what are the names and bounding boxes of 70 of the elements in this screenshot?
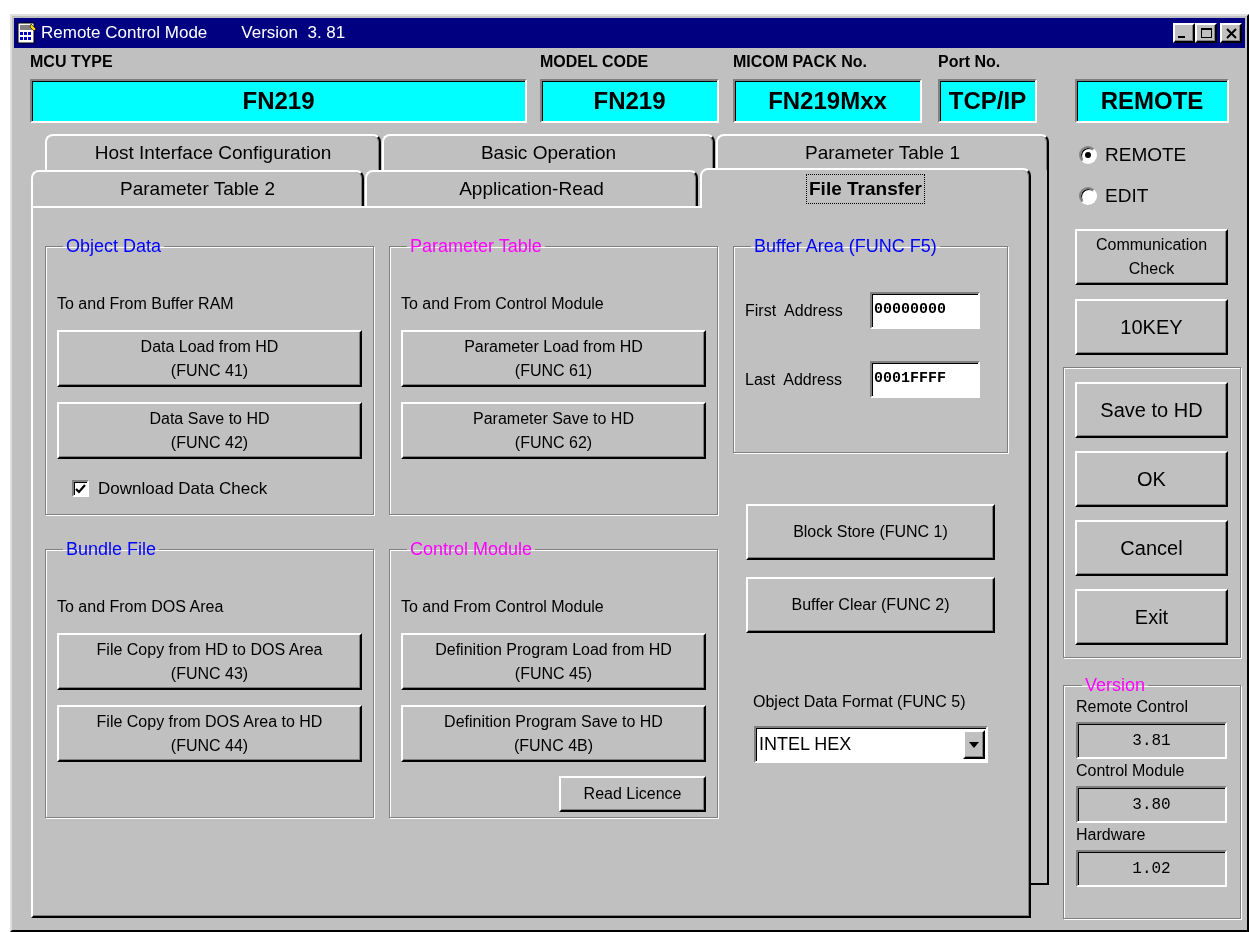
field-label: MICOM PACK No.: [733, 52, 868, 72]
tab[interactable]: Parameter Table 1: [716, 134, 1049, 170]
button[interactable]: OK: [1075, 451, 1228, 507]
button[interactable]: Parameter Save to HD (FUNC 62): [401, 402, 706, 459]
dropdown-arrow-icon: [969, 741, 979, 748]
group-title: Version: [1084, 675, 1147, 695]
version-label: Remote Control: [1076, 697, 1190, 717]
version-label: Hardware: [1076, 825, 1147, 845]
group-description: To and From Control Module: [401, 597, 605, 617]
group-title: Object Data: [65, 236, 163, 256]
button[interactable]: File Copy from DOS Area to HD (FUNC 44): [57, 705, 362, 762]
tab[interactable]: File Transfer: [700, 168, 1031, 208]
address-field[interactable]: 00000000: [870, 292, 980, 329]
value-display: REMOTE: [1075, 79, 1229, 123]
button[interactable]: Data Save to HD (FUNC 42): [57, 402, 362, 459]
button[interactable]: 10KEY: [1075, 299, 1228, 355]
group-description: To and From DOS Area: [57, 597, 225, 617]
format-dropdown[interactable]: INTEL HEX: [754, 726, 988, 763]
button[interactable]: Definition Program Save to HD (FUNC 4B): [401, 705, 706, 762]
version-label: Control Module: [1076, 761, 1186, 781]
field-label: Object Data Format (FUNC 5): [753, 692, 967, 712]
close-icon: [1225, 27, 1237, 39]
checkbox-label: Download Data Check: [98, 478, 268, 500]
tab[interactable]: Application-Read: [365, 170, 698, 206]
group-title: Buffer Area (FUNC F5): [753, 236, 938, 256]
field-label: Port No.: [938, 52, 1002, 72]
radio-label: REMOTE: [1105, 142, 1187, 167]
value-display: FN219: [540, 79, 719, 123]
value-display: FN219Mxx: [733, 79, 922, 123]
radio-button[interactable]: [1079, 187, 1097, 205]
group-title: Bundle File: [65, 539, 158, 559]
value-display: TCP/IP: [938, 79, 1037, 123]
version-title: Version 3. 81: [241, 22, 346, 45]
value-display: FN219: [30, 79, 527, 123]
group-title: Control Module: [409, 539, 534, 559]
button[interactable]: Communication Check: [1075, 229, 1228, 285]
version-field: 3.81: [1076, 722, 1227, 759]
button[interactable]: Exit: [1075, 589, 1228, 645]
radio-label: EDIT: [1105, 183, 1149, 208]
button[interactable]: Cancel: [1075, 520, 1228, 576]
button[interactable]: Save to HD: [1075, 382, 1228, 438]
field-label: MODEL CODE: [540, 52, 650, 72]
radio-button[interactable]: [1079, 146, 1097, 164]
version-field: 1.02: [1076, 850, 1227, 887]
tab[interactable]: Host Interface Configuration: [45, 134, 381, 170]
group-description: To and From Buffer RAM: [57, 294, 235, 314]
button[interactable]: Read Licence: [559, 776, 706, 812]
button[interactable]: Block Store (FUNC 1): [746, 504, 995, 560]
button[interactable]: Data Load from HD (FUNC 41): [57, 330, 362, 387]
field-label: MCU TYPE: [30, 52, 114, 72]
checkbox[interactable]: [72, 480, 89, 498]
maximize-button[interactable]: [1195, 23, 1217, 43]
address-field[interactable]: 0001FFFF: [870, 361, 980, 398]
field-label: First Address: [745, 300, 844, 321]
button[interactable]: Parameter Load from HD (FUNC 61): [401, 330, 706, 387]
button[interactable]: File Copy from HD to DOS Area (FUNC 43): [57, 633, 362, 690]
close-button[interactable]: [1220, 23, 1242, 43]
group-description: To and From Control Module: [401, 294, 605, 314]
maximize-icon: [1200, 28, 1212, 38]
button[interactable]: Definition Program Load from HD (FUNC 45): [401, 633, 706, 690]
tab[interactable]: Parameter Table 2: [31, 170, 364, 206]
tab[interactable]: Basic Operation: [382, 134, 715, 170]
button[interactable]: Buffer Clear (FUNC 2): [746, 577, 995, 633]
minimize-button[interactable]: [1173, 23, 1195, 43]
field-label: Last Address: [745, 369, 843, 390]
calculator-icon: [17, 22, 37, 44]
window-title: Remote Control Mode: [41, 22, 208, 45]
version-field: 3.80: [1076, 786, 1227, 823]
minimize-icon: [1178, 36, 1185, 38]
group-title: Parameter Table: [409, 236, 543, 256]
